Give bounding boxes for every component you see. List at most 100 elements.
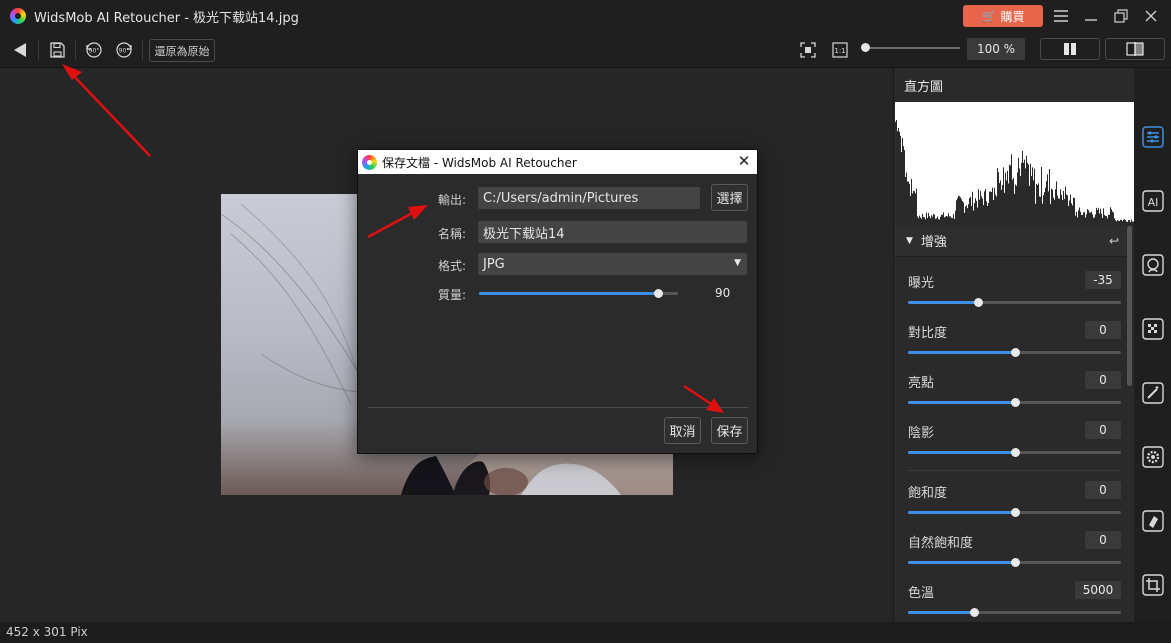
dialog-title: 保存文檔 - WidsMob AI Retoucher — [382, 155, 577, 170]
zoom-slider-handle[interactable] — [861, 43, 870, 52]
save-dialog: 保存文檔 - WidsMob AI Retoucher ✕ 輸出: C:/Use… — [357, 149, 758, 454]
collapse-arrow-icon: ▼ — [906, 235, 913, 246]
format-label: 格式: — [437, 259, 466, 273]
adjustment-value[interactable]: -35 — [1085, 271, 1121, 289]
cancel-button[interactable]: 取消 — [664, 417, 701, 444]
adjustment-label: 曝光 — [908, 276, 935, 291]
adjustment-slider-handle[interactable] — [974, 298, 984, 307]
histogram-title: 直方圖 — [904, 79, 944, 95]
app-logo-icon — [10, 8, 26, 24]
texture-icon[interactable] — [1142, 318, 1164, 340]
enhance-section-header[interactable]: ▼ 增強 — [894, 225, 1126, 257]
histogram-chart — [895, 102, 1135, 224]
save-icon[interactable] — [48, 40, 66, 60]
adjustment-value[interactable]: 0 — [1085, 481, 1121, 499]
buy-button[interactable]: 🛒 購買 — [963, 5, 1043, 27]
adjustment-slider[interactable] — [908, 608, 1121, 617]
svg-text:90°: 90° — [89, 48, 100, 55]
output-label: 輸出: — [437, 193, 466, 207]
adjustment-label: 陰影 — [908, 426, 935, 441]
fit-screen-icon[interactable] — [799, 40, 817, 60]
buy-button-label: 購買 — [1000, 9, 1025, 24]
adjustment-value[interactable]: 5000 — [1075, 581, 1121, 599]
reset-to-original-button[interactable]: 還原為原始 — [149, 39, 215, 62]
quality-value: 90 — [715, 286, 731, 300]
format-select[interactable]: JPG ▼ — [478, 253, 747, 275]
zoom-value[interactable]: 100 % — [967, 38, 1025, 60]
ai-icon[interactable]: AI — [1142, 190, 1164, 212]
adjustment-slider[interactable] — [908, 448, 1121, 457]
adjustment-slider-fill — [908, 301, 979, 304]
back-icon[interactable] — [11, 40, 29, 60]
minimize-icon[interactable] — [1081, 6, 1101, 26]
app-logo-icon — [362, 154, 377, 170]
dialog-title-bar: 保存文檔 - WidsMob AI Retoucher — [358, 150, 757, 174]
choose-folder-button[interactable]: 選擇 — [711, 184, 748, 211]
toolbar-divider — [142, 40, 143, 60]
adjustment-slider-handle[interactable] — [1010, 398, 1020, 407]
close-icon[interactable] — [1141, 6, 1161, 26]
rotate-left-icon[interactable]: 90° — [84, 40, 104, 60]
zoom-slider-track[interactable] — [864, 47, 960, 49]
adjustment-slider-handle[interactable] — [1010, 508, 1020, 517]
tool-strip: AI — [1134, 68, 1171, 622]
adjustment-slider[interactable] — [908, 298, 1121, 307]
quality-slider[interactable] — [479, 289, 678, 298]
status-bar: 452 x 301 Pix — [0, 622, 1171, 643]
gear-icon[interactable] — [1142, 446, 1164, 468]
adjustment-divider — [908, 470, 1121, 471]
adjustment-value[interactable]: 0 — [1085, 371, 1121, 389]
save-button[interactable]: 保存 — [711, 417, 748, 444]
magic-wand-icon[interactable] — [1142, 382, 1164, 404]
adjustment-value[interactable]: 0 — [1085, 321, 1121, 339]
chevron-down-icon: ▼ — [734, 258, 741, 268]
enhance-title: 增強 — [920, 235, 947, 250]
window-title: WidsMob AI Retoucher - 极光下载站14.jpg — [34, 10, 299, 26]
svg-text:AI: AI — [1148, 196, 1159, 209]
compare-view-button[interactable] — [1105, 38, 1165, 60]
adjustment-slider-handle[interactable] — [970, 608, 980, 617]
adjustment-slider-fill — [908, 511, 1015, 514]
dialog-close-icon[interactable]: ✕ — [736, 152, 752, 170]
adjustment-slider-fill — [908, 561, 1015, 564]
adjustment-slider-fill — [908, 451, 1015, 454]
adjustment-label: 色溫 — [908, 586, 935, 601]
dialog-divider — [368, 407, 748, 408]
enhance-reset-icon[interactable]: ↩ — [1109, 234, 1119, 248]
split-view-button[interactable] — [1040, 38, 1100, 60]
adjustment-label: 飽和度 — [908, 486, 948, 501]
adjustment-slider-fill — [908, 351, 1015, 354]
adjustment-panel: 直方圖 ▼ 增強 ↩ 曝光 -35 對比度 0 亮點 0 陰影 0 飽和度 0 自然飽和度 0 色溫 50… — [893, 68, 1135, 622]
image-dimensions: 452 x 301 Pix — [6, 625, 88, 639]
adjustment-value[interactable]: 0 — [1085, 531, 1121, 549]
adjustment-slider-handle[interactable] — [1010, 558, 1020, 567]
eraser-icon[interactable] — [1142, 510, 1164, 532]
adjustment-value[interactable]: 0 — [1085, 421, 1121, 439]
restore-icon[interactable] — [1111, 6, 1131, 26]
adjustment-slider[interactable] — [908, 558, 1121, 567]
toolbar-divider — [75, 40, 76, 60]
svg-text:1:1: 1:1 — [834, 47, 845, 55]
adjustment-slider[interactable] — [908, 508, 1121, 517]
cart-icon: 🛒 — [981, 9, 997, 23]
rotate-right-icon[interactable]: 90° — [114, 40, 134, 60]
adjustment-slider[interactable] — [908, 348, 1121, 357]
file-name-field[interactable]: 极光下载站14 — [478, 221, 747, 243]
adjustment-label: 自然飽和度 — [908, 536, 974, 551]
menu-icon[interactable] — [1051, 6, 1071, 26]
quality-slider-handle[interactable] — [654, 289, 664, 298]
adjustment-slider-fill — [908, 611, 975, 614]
quality-slider-fill — [479, 292, 659, 295]
portrait-icon[interactable] — [1142, 254, 1164, 276]
histogram-header: 直方圖 — [894, 68, 1135, 102]
adjustment-slider-handle[interactable] — [1010, 448, 1020, 457]
panel-scrollbar-thumb[interactable] — [1127, 226, 1132, 386]
adjustment-label: 亮點 — [908, 376, 935, 391]
adjustment-label: 對比度 — [908, 326, 948, 341]
crop-icon[interactable] — [1142, 574, 1164, 596]
adjustment-slider[interactable] — [908, 398, 1121, 407]
output-path-field[interactable]: C:/Users/admin/Pictures — [478, 187, 700, 209]
actual-size-icon[interactable]: 1:1 — [831, 40, 849, 60]
adjustment-slider-handle[interactable] — [1010, 348, 1020, 357]
adjustments-icon[interactable] — [1142, 126, 1164, 148]
